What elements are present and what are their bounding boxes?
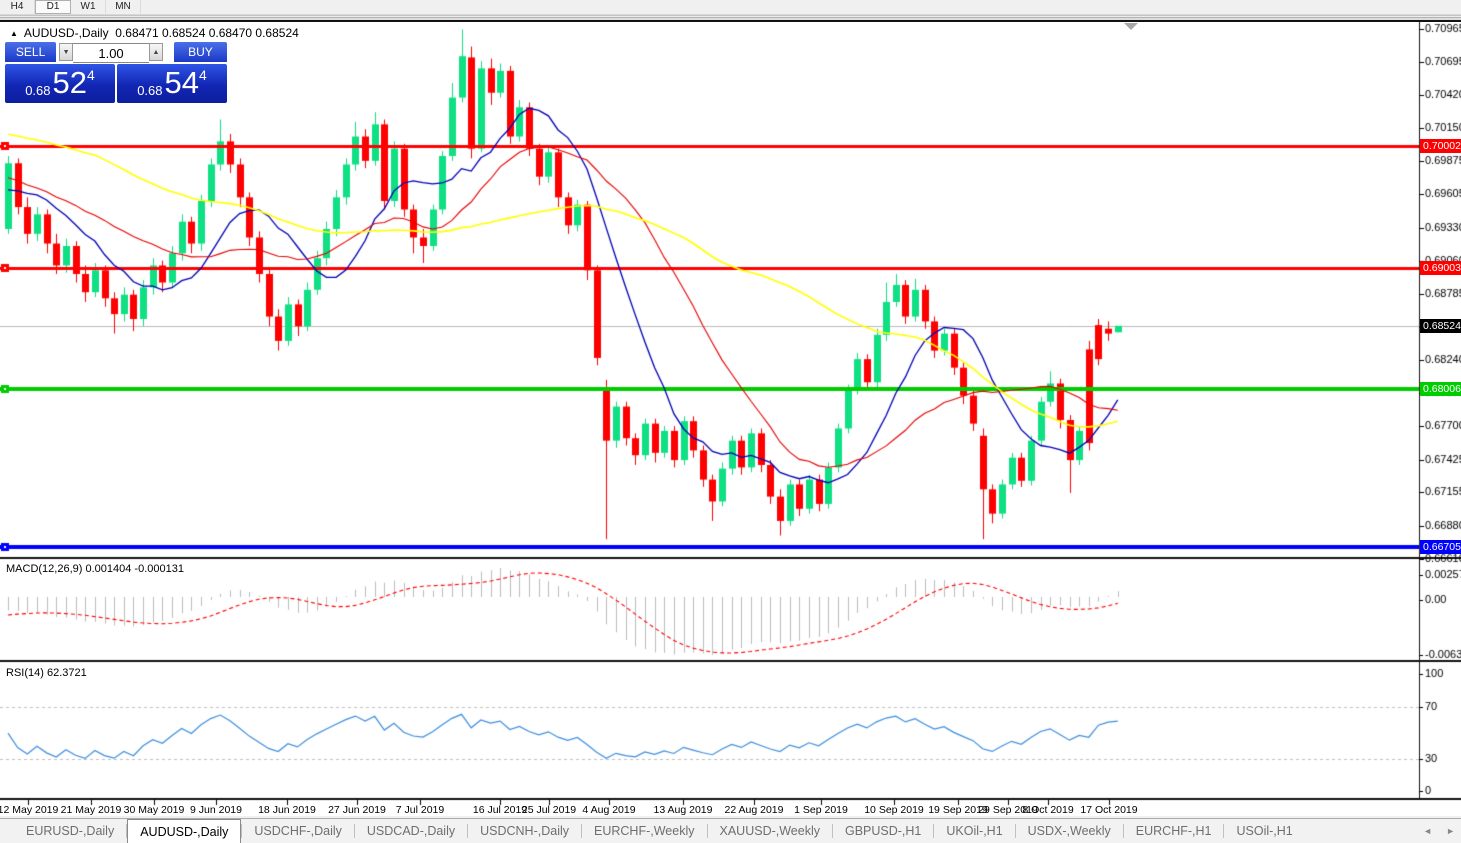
date-axis-label: 4 Aug 2019 bbox=[582, 804, 636, 816]
volume-decrease-button[interactable]: ▼ bbox=[59, 43, 74, 61]
symbol-tab-usdx-weekly[interactable]: USDX-,Weekly bbox=[1016, 819, 1123, 843]
timeframe-button-d1[interactable]: D1 bbox=[35, 0, 71, 14]
symbol-tab-usdcnh-daily[interactable]: USDCNH-,Daily bbox=[468, 819, 581, 843]
timeframe-button-w1[interactable]: W1 bbox=[71, 0, 106, 14]
date-axis-label: 30 May 2019 bbox=[123, 804, 185, 816]
macd-indicator-label: MACD(12,26,9) 0.001404 -0.000131 bbox=[6, 563, 184, 575]
tabs-scroll-left-icon[interactable]: ◄ bbox=[1423, 826, 1432, 836]
symbol-tab-bar: EURUSD-,Daily AUDUSD-,Daily USDCHF-,Daily U… bbox=[0, 818, 1461, 843]
date-axis-label: 21 May 2019 bbox=[60, 804, 122, 816]
symbol-tab-usdchf-daily[interactable]: USDCHF-,Daily bbox=[242, 819, 354, 843]
tabs-scroll-right-icon[interactable]: ► bbox=[1446, 826, 1455, 836]
chart-symbol-label: AUDUSD-,Daily bbox=[23, 26, 109, 40]
timeframe-button-mn[interactable]: MN bbox=[106, 0, 141, 14]
date-axis-label: 18 Jun 2019 bbox=[258, 804, 316, 816]
date-axis-label: 10 Sep 2019 bbox=[864, 804, 924, 816]
symbol-marker-icon: ▲ bbox=[10, 29, 18, 38]
buy-price-pip: 4 bbox=[199, 67, 207, 83]
symbol-tab-gbpusd-h1[interactable]: GBPUSD-,H1 bbox=[833, 819, 933, 843]
date-axis-label: 25 Jul 2019 bbox=[521, 804, 577, 816]
buy-price-prefix: 0.68 bbox=[137, 83, 163, 98]
date-axis-label: 22 Aug 2019 bbox=[724, 804, 784, 816]
trading-terminal: H4 D1 W1 MN ▲ AUDUSD-,Daily 0.68471 0.68524 … bbox=[0, 0, 1461, 843]
timeframe-toolbar: H4 D1 W1 MN bbox=[0, 0, 1461, 15]
chart-title: ▲ AUDUSD-,Daily 0.68471 0.68524 0.68470 0… bbox=[10, 26, 299, 40]
chart-ohlc-values: 0.68471 0.68524 0.68470 0.68524 bbox=[115, 26, 299, 40]
price-axis-badge-0.69003: 0.69003 bbox=[1420, 261, 1461, 275]
sell-price-box[interactable]: 0.68 52 4 bbox=[5, 64, 115, 103]
buy-button[interactable]: BUY bbox=[173, 42, 227, 62]
rsi-indicator-label: RSI(14) 62.3721 bbox=[6, 667, 87, 679]
buy-price-box[interactable]: 0.68 54 4 bbox=[117, 64, 227, 103]
date-axis-label: 9 Jun 2019 bbox=[190, 804, 242, 816]
timeframe-button-h4[interactable]: H4 bbox=[0, 0, 35, 14]
date-axis-label: 13 Aug 2019 bbox=[653, 804, 713, 816]
symbol-tab-usdcad-daily[interactable]: USDCAD-,Daily bbox=[355, 819, 467, 843]
symbol-tab-eurusd-daily[interactable]: EURUSD-,Daily bbox=[14, 819, 126, 843]
chart-window: ▲ AUDUSD-,Daily 0.68471 0.68524 0.68470 0… bbox=[0, 22, 1461, 816]
price-axis-badge-0.68006: 0.68006 bbox=[1420, 382, 1461, 396]
date-axis-label: 16 Jul 2019 bbox=[472, 804, 528, 816]
date-axis-label: 1 Sep 2019 bbox=[794, 804, 848, 816]
symbol-tab-eurchf-weekly[interactable]: EURCHF-,Weekly bbox=[582, 819, 706, 843]
symbol-tab-xauusd-weekly[interactable]: XAUUSD-,Weekly bbox=[708, 819, 832, 843]
symbol-tab-usoil-h1[interactable]: USOil-,H1 bbox=[1224, 819, 1304, 843]
price-chart-canvas[interactable] bbox=[0, 22, 1461, 816]
symbol-tab-ukoil-h1[interactable]: UKOil-,H1 bbox=[934, 819, 1014, 843]
date-axis-label: 8 Oct 2019 bbox=[1022, 804, 1074, 816]
one-click-trading-panel: SELL ▼ ▲ BUY 0.68524 0.68544 bbox=[5, 42, 227, 103]
date-axis-label: 27 Jun 2019 bbox=[328, 804, 386, 816]
date-axis-label: 7 Jul 2019 bbox=[395, 804, 445, 816]
sell-button[interactable]: SELL bbox=[5, 42, 57, 62]
date-axis-label: 17 Oct 2019 bbox=[1080, 804, 1138, 816]
price-axis-badge-0.66705: 0.66705 bbox=[1420, 540, 1461, 554]
price-axis-badge-0.70002: 0.70002 bbox=[1420, 139, 1461, 153]
price-axis-badge-0.68524: 0.68524 bbox=[1420, 319, 1461, 333]
symbol-tab-eurchf-h1[interactable]: EURCHF-,H1 bbox=[1124, 819, 1224, 843]
volume-increase-button[interactable]: ▲ bbox=[149, 43, 163, 61]
buy-price-big: 54 bbox=[164, 65, 199, 100]
sell-price-prefix: 0.68 bbox=[25, 83, 51, 98]
volume-input[interactable] bbox=[73, 43, 150, 63]
sell-price-big: 52 bbox=[52, 65, 87, 100]
scroll-to-end-marker-icon bbox=[1124, 23, 1138, 30]
date-axis-label: 12 May 2019 bbox=[0, 804, 59, 816]
sell-price-pip: 4 bbox=[87, 67, 95, 83]
symbol-tab-audusd-daily[interactable]: AUDUSD-,Daily bbox=[127, 819, 242, 843]
